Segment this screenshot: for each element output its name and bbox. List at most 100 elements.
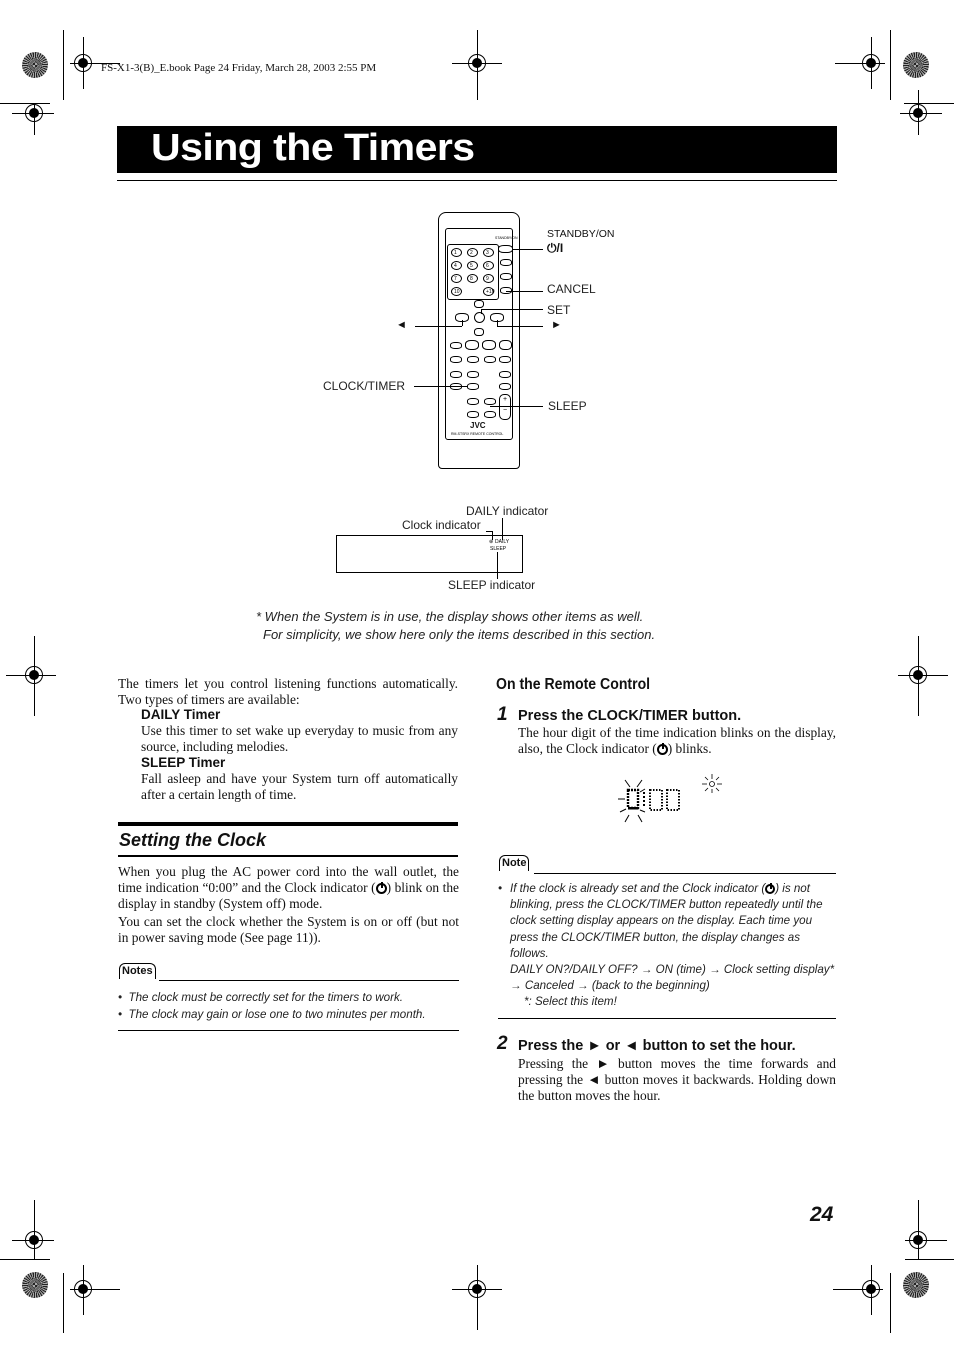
crop-mark [918,1200,919,1260]
remote-number-key-label: +10 [486,289,495,295]
remote-button[interactable] [499,371,511,378]
remote-button[interactable] [484,356,496,363]
remote-sleep-button[interactable] [484,398,496,405]
registration-mark-icon [909,1231,927,1249]
sleep-timer-text: Fall asleep and have your System turn of… [141,771,458,802]
remote-number-key[interactable]: 7 [451,274,462,283]
remote-button[interactable] [500,259,512,266]
lcd-clock-icon: ⊕ [489,539,494,545]
daily-timer-heading: DAILY Timer [141,707,221,722]
remote-down-button[interactable] [474,328,484,336]
notes-rule [159,980,459,981]
section-rule-bottom [118,855,458,857]
leader-line [513,249,543,250]
remote-button[interactable] [450,371,462,378]
clock-indicator-icon [375,882,387,894]
leader-line [502,518,503,540]
remote-number-key[interactable]: 2 [467,248,478,257]
remote-button[interactable] [467,356,479,363]
sleep-timer-heading: SLEEP Timer [141,755,226,770]
remote-button[interactable] [499,383,511,390]
registration-mark-icon [25,1231,43,1249]
note-sequence: DAILY ON?/DAILY OFF? → ON (time) → Clock… [510,963,835,993]
registration-mark-icon [862,1280,880,1298]
remote-number-key[interactable]: 3 [483,248,494,257]
note-rule [534,873,836,874]
remote-number-key[interactable]: 9 [483,274,494,283]
leader-line [481,309,482,314]
remote-up-button[interactable] [474,300,484,308]
remote-button[interactable] [467,398,479,405]
remote-number-key[interactable]: 1 [451,248,462,257]
remote-standby-button[interactable] [498,245,513,253]
color-target-icon [22,52,48,78]
leader-line [497,552,498,579]
crop-mark [34,1200,35,1260]
remote-number-key-label: 5 [470,263,473,269]
note-end-rule [498,1018,836,1019]
remote-button[interactable] [484,411,496,418]
remote-model: RM-STSRX REMOTE CONTROL [451,432,504,436]
remote-button[interactable] [467,371,479,378]
leader-line [481,309,543,310]
section-heading-setting-clock: Setting the Clock [119,830,267,850]
note-footnote: *: Select this item! [524,995,617,1009]
remote-number-key[interactable]: 8 [467,274,478,283]
remote-section-heading: On the Remote Control [496,676,651,693]
power-icon: ⏻/I [547,241,564,255]
remote-button[interactable] [465,340,479,350]
registration-mark-icon [74,1280,92,1298]
remote-button[interactable] [482,340,496,350]
remote-button[interactable] [450,356,462,363]
blink-rays-icon [618,779,646,823]
crop-mark [905,1259,954,1260]
remote-number-key[interactable]: 5 [467,261,478,270]
remote-set-button[interactable] [474,312,485,323]
remote-button[interactable] [467,411,479,418]
note-item: • The clock must be correctly set for th… [118,991,403,1004]
page-number: 24 [810,1203,834,1226]
remote-brand: JVC [470,421,486,430]
remote-number-key[interactable]: +10 [483,287,494,296]
leader-line [497,326,543,327]
registration-mark-icon [909,666,927,684]
intro-paragraph: The timers let you control listening fun… [118,676,458,707]
remote-button[interactable] [450,342,462,349]
registration-mark-icon [25,104,43,122]
label-left-arrow: ◄ [396,319,407,331]
remote-button[interactable] [499,340,512,350]
remote-number-key[interactable]: 6 [483,261,494,270]
note-icon: Note [499,855,530,871]
label-right-arrow: ► [551,319,562,331]
clock-indicator-icon [765,883,776,894]
leader-line [506,291,543,292]
leader-line [497,320,498,326]
remote-button[interactable] [500,273,512,280]
crop-mark [890,1273,891,1333]
remote-number-key[interactable]: 4 [451,261,462,270]
remote-number-key-label: 8 [470,276,473,282]
registration-mark-icon [468,54,486,72]
remote-number-key-label: 7 [454,276,457,282]
setting-clock-para1: When you plug the AC power cord into the… [118,864,459,911]
remote-number-key-label: 4 [454,263,457,269]
display-footnote-2: For simplicity, we show here only the it… [263,627,656,642]
label-clock-indicator: Clock indicator [402,518,481,532]
print-header: FS-X1-3(B)_E.book Page 24 Friday, March … [101,62,377,74]
registration-mark-icon [25,666,43,684]
leader-line [414,386,467,387]
label-daily-indicator: DAILY indicator [466,504,549,518]
step-1-title: Press the CLOCK/TIMER button. [518,708,742,724]
remote-number-key-label: 9 [486,276,489,282]
title-rule [117,180,837,181]
step-1-number: 1 [497,704,508,725]
notes-icon: Notes [119,963,156,979]
remote-clock-timer-button[interactable] [467,383,479,390]
remote-number-key[interactable]: 10 [451,287,462,296]
color-target-icon [903,52,929,78]
remote-button[interactable] [499,356,511,363]
lcd-time-graphic [618,774,722,823]
step-2-title: Press the ► or ◄ button to set the hour. [518,1038,796,1054]
crop-mark [63,1273,64,1333]
crop-mark [0,103,50,104]
